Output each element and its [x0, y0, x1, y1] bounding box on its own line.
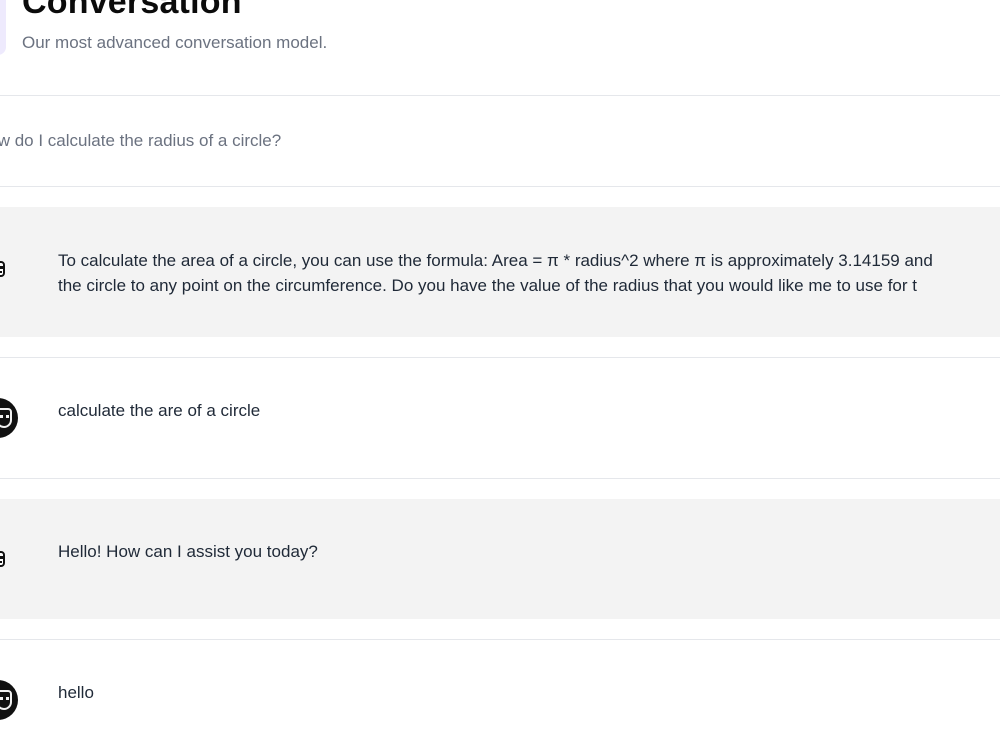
prompt-area [0, 96, 1000, 187]
conversation-page: Conversation Our most advanced conversat… [0, 0, 1000, 750]
model-icon [0, 0, 6, 55]
page-header: Conversation Our most advanced conversat… [0, 0, 1000, 96]
assistant-message: To calculate the area of a circle, you c… [0, 207, 1000, 337]
message-text: Hello! How can I assist you today? [58, 542, 318, 561]
user-avatar-icon [0, 680, 18, 720]
assistant-message: Hello! How can I assist you today? [0, 499, 1000, 619]
message-divider [0, 478, 1000, 479]
prompt-input[interactable] [0, 126, 1000, 156]
robot-avatar-icon [0, 261, 5, 277]
message-text: hello [58, 683, 94, 702]
user-avatar-icon [0, 398, 18, 438]
message-text-line: To calculate the area of a circle, you c… [58, 251, 933, 270]
message-text-line: the circle to any point on the circumfer… [58, 276, 917, 295]
page-title: Conversation [22, 0, 242, 21]
message-text: calculate the are of a circle [58, 401, 261, 420]
robot-avatar-icon [0, 551, 5, 567]
user-message: calculate the are of a circle [0, 358, 1000, 478]
user-message: hello [0, 640, 1000, 750]
page-subtitle: Our most advanced conversation model. [22, 33, 328, 52]
